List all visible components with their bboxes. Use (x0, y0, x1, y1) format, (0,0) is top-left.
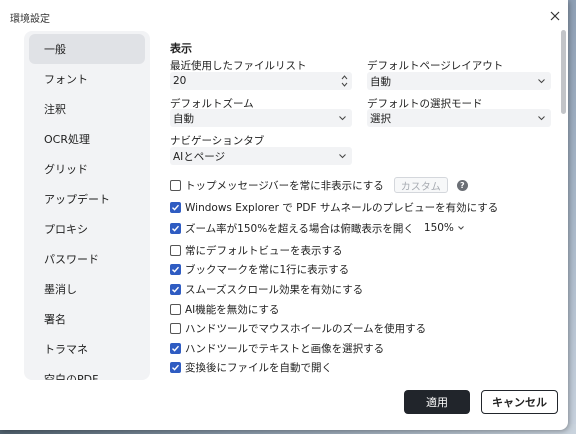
sidebar-item-label: 注釈 (44, 103, 66, 116)
default-select-mode-select[interactable]: 選択 (367, 109, 551, 127)
chevron-down-icon (339, 116, 346, 121)
zoom-threshold-value: 150% (423, 222, 454, 234)
option-label: 変換後にファイルを自動で開く (185, 361, 332, 374)
option-label: スムーズスクロール効果を有効にする (185, 283, 364, 296)
chevron-down-icon (458, 226, 464, 230)
sidebar-item-label: プロキシ (44, 223, 88, 236)
option-explorer-thumbnail-preview: Windows Explorer で PDF サムネールのプレビューを有効にする (170, 199, 498, 215)
option-smooth-scroll: スムーズスクロール効果を有効にする (170, 281, 363, 297)
option-hand-tool-wheel-zoom: ハンドツールでマウスホイールのズームを使用する (170, 320, 426, 336)
section-title: 表示 (170, 42, 192, 55)
default-page-layout-label: デフォルトページレイアウト (367, 60, 504, 72)
checkbox[interactable] (170, 244, 181, 256)
checkbox[interactable] (170, 222, 181, 234)
close-button[interactable] (544, 5, 566, 27)
option-disable-ai: AI機能を無効にする (170, 301, 279, 317)
option-label: Windows Explorer で PDF サムネールのプレビューを有効にする (185, 201, 499, 214)
sidebar-item-general[interactable]: 一般 (29, 34, 145, 64)
sidebar-item-signature[interactable]: 署名 (29, 304, 145, 334)
sidebar-item-label: パスワード (44, 253, 99, 266)
default-page-layout-select[interactable]: 自動 (367, 72, 551, 90)
option-label: トップメッセージバーを常に非表示にする (185, 179, 384, 192)
navigation-tab-value: AIとページ (173, 150, 226, 163)
default-zoom-select[interactable]: 自動 (170, 109, 352, 127)
option-label: ハンドツールでマウスホイールのズームを使用する (185, 322, 427, 335)
window-title: 環境設定 (10, 14, 50, 25)
sidebar-item-label: 一般 (44, 43, 66, 56)
sidebar-item-label: フォント (44, 73, 88, 86)
checkbox[interactable] (170, 361, 181, 373)
sidebar-item-label: 空白のPDF (44, 373, 99, 380)
sidebar-item-grid[interactable]: グリッド (29, 154, 145, 184)
zoom-threshold-select[interactable]: 150% (424, 222, 467, 234)
chevron-down-icon (538, 79, 545, 84)
help-icon[interactable]: ? (456, 179, 468, 191)
sidebar-item-proxy[interactable]: プロキシ (29, 214, 145, 244)
checkbox[interactable] (170, 322, 181, 334)
check-icon (172, 204, 180, 211)
close-icon (550, 11, 560, 21)
chevron-down-icon (538, 116, 545, 121)
default-page-layout-value: 自動 (370, 75, 391, 88)
option-hand-tool-select: ハンドツールでテキストと画像を選択する (170, 340, 384, 356)
option-open-after-convert: 変換後にファイルを自動で開く (170, 359, 332, 375)
default-select-mode-value: 選択 (370, 112, 391, 125)
check-icon (172, 225, 180, 232)
option-zoom-overview: ズーム率が150%を超える場合は俯瞰表示を開く 150% (170, 220, 467, 236)
sidebar-item-ocr[interactable]: OCR処理 (29, 124, 145, 154)
sidebar-item-label: トラマネ (44, 343, 88, 356)
sidebar-item-label: 墨消し (44, 283, 77, 296)
settings-content: 表示 最近使用したファイルリスト 20 デフォルトページレイアウト 自動 デフォ… (170, 40, 560, 380)
check-icon (172, 266, 180, 273)
checkbox[interactable] (170, 179, 181, 191)
checkbox[interactable] (170, 263, 181, 275)
sidebar-item-password[interactable]: パスワード (29, 244, 145, 274)
sidebar-item-label: アップデート (44, 193, 110, 206)
sidebar-item-label: OCR処理 (44, 133, 90, 146)
sidebar: 一般 フォント 注釈 OCR処理 グリッド アップデート プロキシ パスワード … (24, 31, 150, 380)
chevron-down-icon (339, 154, 346, 159)
option-bookmark-single-line: ブックマークを常に1行に表示する (170, 261, 349, 277)
checkbox[interactable] (170, 201, 181, 213)
sidebar-item-annotation[interactable]: 注釈 (29, 94, 145, 124)
recent-files-value: 20 (173, 75, 187, 87)
sidebar-item-torimane[interactable]: トラマネ (29, 334, 145, 364)
option-hide-message-bar: トップメッセージバーを常に非表示にする カスタム ? (170, 177, 468, 193)
cancel-button[interactable]: キャンセル (481, 390, 558, 414)
sidebar-item-update[interactable]: アップデート (29, 184, 145, 214)
option-label: AI機能を無効にする (185, 303, 280, 316)
option-label: 常にデフォルトビューを表示する (185, 244, 343, 257)
scrollbar[interactable] (561, 30, 566, 114)
sidebar-item-label: グリッド (44, 163, 88, 176)
custom-button[interactable]: カスタム (393, 177, 448, 193)
option-label: ズーム率が150%を超える場合は俯瞰表示を開く (185, 222, 414, 235)
apply-button[interactable]: 適用 (404, 390, 470, 414)
checkbox[interactable] (170, 342, 181, 354)
navigation-tab-select[interactable]: AIとページ (170, 147, 352, 165)
option-label: ブックマークを常に1行に表示する (185, 263, 350, 276)
spinner-icon[interactable] (341, 73, 348, 89)
default-zoom-value: 自動 (173, 112, 194, 125)
navigation-tab-label: ナビゲーションタブ (170, 135, 265, 147)
recent-files-label: 最近使用したファイルリスト (170, 60, 307, 72)
checkbox[interactable] (170, 283, 181, 295)
check-icon (172, 345, 180, 352)
sidebar-item-font[interactable]: フォント (29, 64, 145, 94)
checkbox[interactable] (170, 303, 181, 315)
titlebar: 環境設定 (0, 0, 568, 32)
option-always-default-view: 常にデフォルトビューを表示する (170, 242, 343, 258)
check-icon (172, 364, 180, 371)
option-label: ハンドツールでテキストと画像を選択する (185, 342, 385, 355)
sidebar-item-label: 署名 (44, 313, 66, 326)
sidebar-item-redaction[interactable]: 墨消し (29, 274, 145, 304)
check-icon (172, 286, 180, 293)
preferences-dialog: 環境設定 一般 フォント 注釈 OCR処理 グリッド アップデート プロキシ パ… (0, 0, 568, 430)
recent-files-stepper[interactable]: 20 (170, 72, 352, 90)
sidebar-item-blank-pdf[interactable]: 空白のPDF (29, 364, 145, 380)
